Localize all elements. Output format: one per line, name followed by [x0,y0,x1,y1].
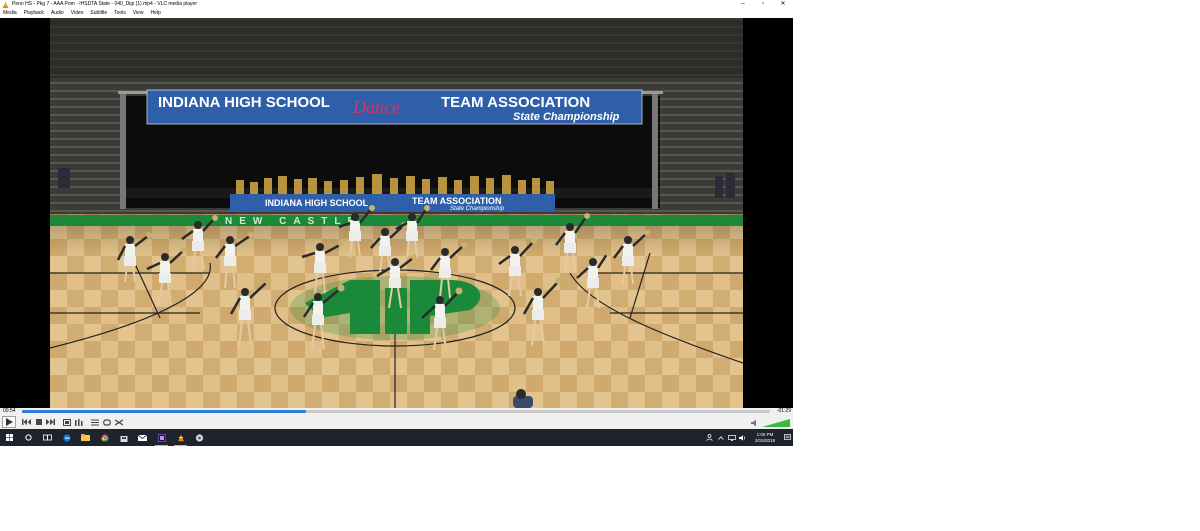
media-app-icon [195,433,204,442]
table-text-2: TEAM ASSOCIATION [412,196,502,206]
play-icon [6,418,13,426]
vlc-cone-icon [177,433,184,441]
cortana-button[interactable] [19,429,38,446]
court-strip [50,215,743,226]
folder-icon [81,434,90,441]
seek-row: 00:54 -01:29 [0,408,793,415]
fullscreen-icon [62,418,71,426]
windows-logo-icon [6,434,13,441]
loop-icon [102,418,111,426]
vlc-window: Penn HS - Pkg 7 - AAA Pom - IHSDTA State… [0,0,793,446]
task-view-button[interactable] [38,429,57,446]
system-tray: 1:00 PM 3/15/2018 [704,429,793,446]
playback-controls [0,415,793,429]
minimize-button[interactable]: – [733,0,753,9]
volume-slider[interactable] [762,419,790,427]
mail-icon [138,434,147,441]
previous-button[interactable] [21,417,32,428]
table-text-1: INDIANA HIGH SCHOOL [265,198,369,208]
loop-button[interactable] [101,417,112,428]
store-bag-icon [120,435,127,442]
tray-volume[interactable] [737,429,748,446]
tray-show-hidden[interactable] [715,429,726,446]
remaining-time[interactable]: -01:29 [777,408,791,415]
elapsed-time: 00:54 [3,408,16,414]
speaker-icon[interactable] [751,419,759,427]
banner-text-right: TEAM ASSOCIATION [441,94,590,111]
taskbar-media-app[interactable] [190,429,209,446]
notification-icon [784,434,791,440]
menu-subtitle[interactable]: Subtitle [87,9,111,18]
chevron-up-icon [717,435,724,440]
action-center-button[interactable] [782,429,793,446]
banner-logo: Dance [352,97,400,117]
taskbar-store[interactable] [114,429,133,446]
equalizer-icon [74,418,82,426]
video-area[interactable]: INDIANA HIGH SCHOOL Dance TEAM ASSOCIATI… [0,18,793,408]
menu-view[interactable]: View [130,9,148,18]
stop-icon [35,419,42,425]
vlc-cone-icon [2,1,9,8]
taskbar-premiere[interactable] [152,429,171,446]
people-icon [706,434,713,441]
edge-browser-icon [62,433,71,442]
maximize-button[interactable]: ▫ [753,0,773,9]
premiere-icon [157,433,166,442]
window-controls: – ▫ ✕ [733,0,793,9]
menu-video[interactable]: Video [68,9,88,18]
playlist-icon [90,419,99,425]
playlist-button[interactable] [89,417,100,428]
taskbar-edge[interactable] [57,429,76,446]
cortana-circle-icon [25,434,32,441]
next-button[interactable] [45,417,56,428]
menu-tools[interactable]: Tools [111,9,130,18]
banner-text-left: INDIANA HIGH SCHOOL [158,94,330,111]
window-title: Penn HS - Pkg 7 - AAA Pom - IHSDTA State… [12,1,197,7]
close-button[interactable]: ✕ [773,0,793,9]
task-view-icon [43,434,52,441]
network-icon [727,434,736,441]
taskbar-file-explorer[interactable] [76,429,95,446]
taskbar: 1:00 PM 3/15/2018 [0,429,793,446]
title-bar[interactable]: Penn HS - Pkg 7 - AAA Pom - IHSDTA State… [0,0,793,9]
shuffle-icon [114,418,123,426]
fullscreen-button[interactable] [61,417,72,428]
skip-forward-icon [46,419,55,425]
taskbar-chrome[interactable] [95,429,114,446]
chrome-icon [100,433,109,442]
table-text-3: State Championship [450,206,505,212]
menu-bar: Media Playback Audio Video Subtitle Tool… [0,9,793,18]
menu-help[interactable]: Help [148,9,165,18]
start-button[interactable] [0,429,19,446]
speaker-icon [739,434,746,441]
menu-media[interactable]: Media [0,9,21,18]
skip-back-icon [22,419,31,425]
volume-control[interactable] [751,418,791,427]
seek-progress [22,410,307,413]
video-frame[interactable]: INDIANA HIGH SCHOOL Dance TEAM ASSOCIATI… [50,18,743,408]
volume-level [762,419,790,427]
clock-date: 3/15/2018 [754,437,776,443]
shuffle-button[interactable] [113,417,124,428]
menu-audio[interactable]: Audio [48,9,68,18]
video-scene: INDIANA HIGH SCHOOL Dance TEAM ASSOCIATI… [50,18,743,408]
taskbar-mail[interactable] [133,429,152,446]
taskbar-clock[interactable]: 1:00 PM 3/15/2018 [748,432,782,444]
seek-slider[interactable] [22,410,770,413]
taskbar-vlc[interactable] [171,429,190,446]
play-button[interactable] [2,416,16,428]
tray-people[interactable] [704,429,715,446]
tray-network[interactable] [726,429,737,446]
extended-settings-button[interactable] [73,417,84,428]
banner-subtitle: State Championship [513,111,620,123]
stop-button[interactable] [33,417,44,428]
menu-playback[interactable]: Playback [21,9,48,18]
